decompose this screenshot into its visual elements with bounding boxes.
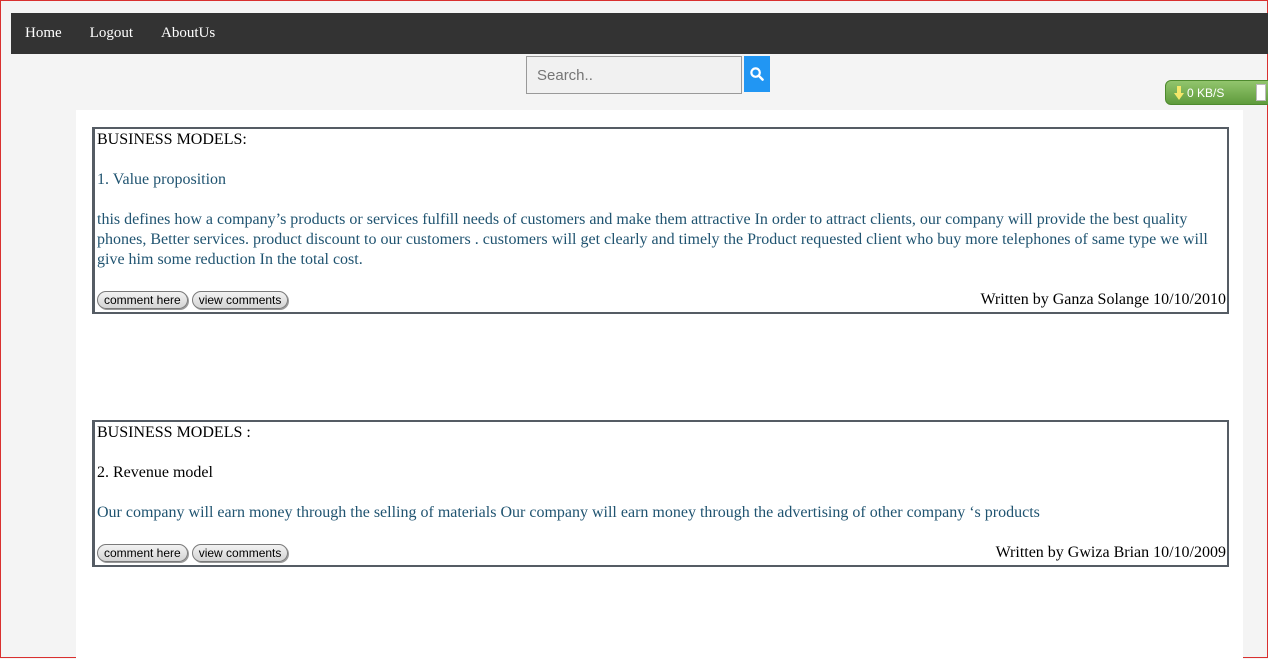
- nav-home-link[interactable]: Home: [25, 25, 62, 42]
- post-heading: BUSINESS MODELS :: [97, 424, 251, 441]
- top-navbar: Home Logout AboutUs: [11, 13, 1268, 54]
- search-icon: [750, 67, 764, 81]
- download-speed-widget[interactable]: 0 KB/S: [1165, 80, 1268, 105]
- nav-aboutus-link[interactable]: AboutUs: [161, 25, 215, 42]
- comment-here-button[interactable]: comment here: [97, 544, 188, 562]
- nav-logout-link[interactable]: Logout: [90, 25, 133, 42]
- post-body: this defines how a company’s products or…: [97, 211, 1208, 268]
- download-arrow-icon: [1174, 85, 1184, 100]
- post-footer: comment here view comments Written by Gw…: [97, 542, 1226, 564]
- search-bar: [526, 56, 770, 94]
- speed-widget-menu-icon: [1256, 84, 1266, 101]
- content-panel: BUSINESS MODELS: 1. Value proposition th…: [76, 110, 1243, 659]
- post-heading: BUSINESS MODELS:: [97, 131, 247, 148]
- post-card: BUSINESS MODELS : 2. Revenue model Our c…: [92, 420, 1229, 567]
- post-body: Our company will earn money through the …: [97, 504, 1040, 521]
- post-byline: Written by Gwiza Brian 10/10/2009: [995, 544, 1226, 561]
- view-comments-button[interactable]: view comments: [191, 291, 289, 309]
- post-subtitle: 2. Revenue model: [97, 464, 213, 481]
- search-button[interactable]: [744, 56, 770, 92]
- post-footer: comment here view comments Written by Ga…: [97, 289, 1226, 311]
- download-speed-label: 0 KB/S: [1187, 85, 1225, 100]
- view-comments-button[interactable]: view comments: [191, 544, 289, 562]
- search-input[interactable]: [526, 56, 742, 94]
- post-card: BUSINESS MODELS: 1. Value proposition th…: [92, 127, 1229, 314]
- comment-here-button[interactable]: comment here: [97, 291, 188, 309]
- post-byline: Written by Ganza Solange 10/10/2010: [980, 291, 1226, 308]
- post-subtitle: 1. Value proposition: [97, 171, 227, 188]
